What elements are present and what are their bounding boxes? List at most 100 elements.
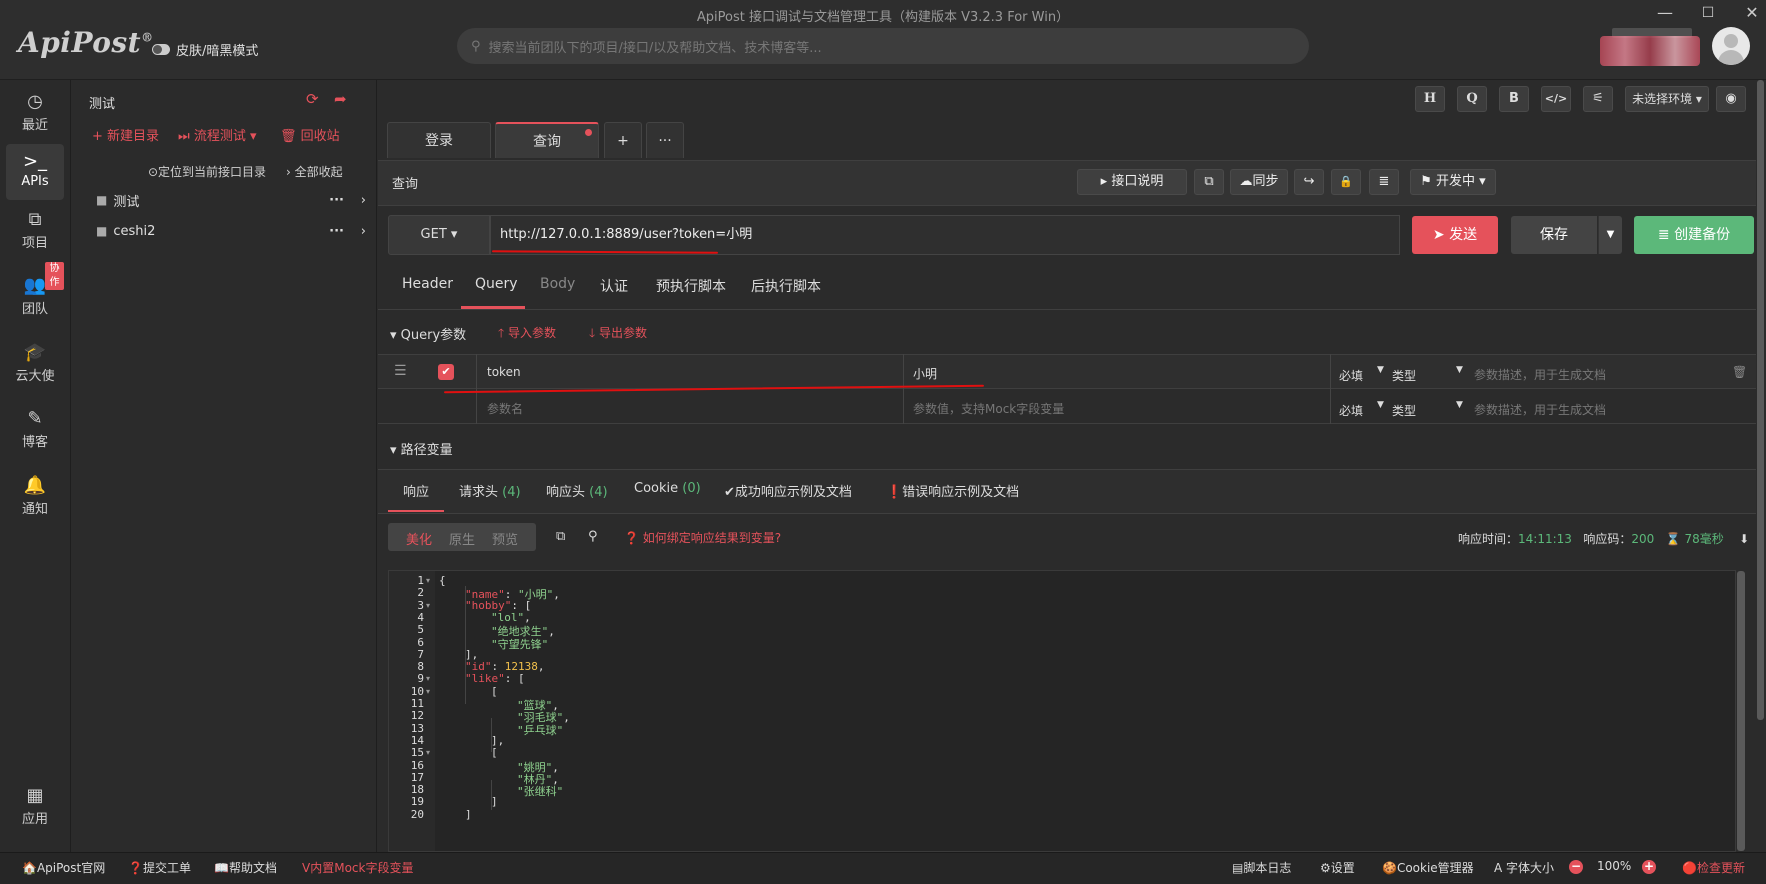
copy-button[interactable]: ⧉ <box>1194 169 1224 195</box>
window-close-button[interactable]: ✕ <box>1742 0 1762 28</box>
tab-body[interactable]: Body <box>540 276 575 292</box>
type-select[interactable]: 类型 <box>1392 402 1416 419</box>
avatar[interactable] <box>1712 27 1750 65</box>
tab-auth[interactable]: 认证 <box>600 276 628 296</box>
nav-item-recent[interactable]: ◷ 最近 <box>6 84 64 140</box>
more-icon[interactable]: ··· <box>329 193 344 208</box>
save-dropdown-button[interactable]: ▼ <box>1598 216 1622 254</box>
editor-scrollbar[interactable] <box>1737 571 1745 851</box>
collapse-all-link[interactable]: › 全部收起 <box>286 163 343 180</box>
tab-header[interactable]: Header <box>402 276 453 292</box>
submit-ticket-link[interactable]: ❓提交工单 <box>128 859 191 876</box>
type-select[interactable]: 类型 <box>1392 367 1416 384</box>
global-search-input[interactable]: ⚲ 搜索当前团队下的项目/接口/以及帮助文档、技术博客等... <box>457 28 1309 64</box>
tab-query-params[interactable]: Query <box>475 276 518 292</box>
tab-request-headers[interactable]: 请求头 (4) <box>459 481 521 500</box>
locate-current-link[interactable]: ⊙定位到当前接口目录 <box>148 163 266 180</box>
param-desc-input[interactable]: 参数描述，用于生成文档 <box>1474 366 1606 383</box>
tree-folder[interactable]: ■ 测试 ··· › <box>96 188 368 212</box>
tree-folder[interactable]: ■ ceshi2 ··· › <box>96 219 368 243</box>
required-select[interactable]: 必填 <box>1339 402 1363 419</box>
tab-cookie[interactable]: Cookie (0) <box>634 481 701 496</box>
zoom-in-button[interactable]: + <box>1642 860 1656 874</box>
request-name[interactable]: 查询 <box>392 173 418 192</box>
fold-toggle-icon[interactable]: ▾ <box>426 576 430 585</box>
query-section-title[interactable]: ▾ Query参数 <box>390 324 466 343</box>
trash-icon[interactable]: 🗑 <box>1732 365 1747 379</box>
mock-vars-link[interactable]: Ⅴ内置Mock字段变量 <box>302 859 413 876</box>
nav-item-apis[interactable]: >_ APIs <box>6 144 64 200</box>
new-param-value-input[interactable]: 参数值，支持Mock字段变量 <box>913 400 1064 417</box>
tab-response-headers[interactable]: 响应头 (4) <box>546 481 608 500</box>
param-value-input[interactable]: 小明 <box>913 365 937 382</box>
env-select[interactable]: 未选择环境 ▾ <box>1625 86 1709 112</box>
tab-success-doc[interactable]: ✔成功响应示例及文档 <box>724 481 852 500</box>
script-log-link[interactable]: ▤脚本日志 <box>1232 859 1291 876</box>
drag-handle-icon[interactable]: ☰ <box>394 363 407 379</box>
search-icon[interactable]: ⚲ <box>588 529 598 544</box>
window-minimize-button[interactable]: — <box>1655 0 1675 28</box>
export-params-button[interactable]: 🡓 导出参数 <box>589 324 647 345</box>
preview-view-button[interactable]: 预览 <box>492 529 518 548</box>
chevron-right-icon[interactable]: › <box>361 224 366 239</box>
save-button[interactable]: 保存 <box>1511 216 1597 254</box>
share-button[interactable]: ↪ <box>1294 169 1324 195</box>
required-select[interactable]: 必填 <box>1339 367 1363 384</box>
more-icon[interactable]: ··· <box>329 224 344 239</box>
recycle-bin-button[interactable]: 🗑 回收站 <box>280 125 340 144</box>
chevron-right-icon[interactable]: › <box>361 193 366 208</box>
new-folder-button[interactable]: + 新建目录 <box>92 125 159 144</box>
fold-toggle-icon[interactable]: ▾ <box>426 748 430 757</box>
sync-button[interactable]: ☁同步 <box>1230 169 1288 195</box>
tab-more-button[interactable]: ··· <box>646 122 684 158</box>
official-site-link[interactable]: 🏠ApiPost官网 <box>22 859 105 876</box>
url-input[interactable]: http://127.0.0.1:8889/user?token=小明 <box>490 215 1400 255</box>
response-editor[interactable] <box>388 570 1736 852</box>
tab-pre-script[interactable]: 预执行脚本 <box>656 276 726 296</box>
method-select[interactable]: GET ▾ <box>388 215 490 255</box>
zoom-out-button[interactable]: − <box>1569 860 1583 874</box>
fold-toggle-icon[interactable]: ▾ <box>426 601 430 610</box>
heading-button[interactable]: H <box>1415 86 1445 112</box>
fold-toggle-icon[interactable]: ▾ <box>426 687 430 696</box>
help-docs-link[interactable]: 📖帮助文档 <box>214 859 277 876</box>
fold-toggle-icon[interactable]: ▾ <box>426 674 430 683</box>
tab-response[interactable]: 响应 <box>403 481 429 500</box>
nav-item-notify[interactable]: 🔔 通知 <box>6 468 64 524</box>
tab-login[interactable]: 登录 <box>387 122 491 158</box>
raw-view-button[interactable]: 原生 <box>449 529 475 548</box>
nav-item-apps[interactable]: ▦ 应用 <box>6 778 64 834</box>
window-maximize-button[interactable]: ☐ <box>1698 0 1718 28</box>
nav-item-project[interactable]: ⧉ 项目 <box>6 202 64 258</box>
status-select[interactable]: ⚑ 开发中 ▾ <box>1410 169 1496 195</box>
import-params-button[interactable]: 🡑 导入参数 <box>498 324 556 345</box>
pretty-view-button[interactable]: 美化 <box>406 529 432 548</box>
check-update-link[interactable]: 🔴检查更新 <box>1682 859 1745 876</box>
copy-response-icon[interactable]: ⧉ <box>556 529 565 544</box>
sliders-button[interactable]: ⚟ <box>1583 86 1613 112</box>
download-icon[interactable]: ⬇ <box>1739 532 1749 546</box>
lock-button[interactable]: 🔒 <box>1331 169 1361 195</box>
nav-item-ambassador[interactable]: 🎓 云大使 <box>6 335 64 391</box>
database-button[interactable]: ≣ <box>1369 169 1399 195</box>
send-button[interactable]: ➤ 发送 <box>1412 216 1498 254</box>
settings-link[interactable]: ⚙设置 <box>1320 859 1355 876</box>
create-backup-button[interactable]: ≣ 创建备份 <box>1634 216 1754 254</box>
tab-add-button[interactable]: + <box>604 122 642 158</box>
nav-item-blog[interactable]: ✎ 博客 <box>6 401 64 457</box>
path-vars-title[interactable]: ▾ 路径变量 <box>390 439 453 458</box>
quote-button[interactable]: Q <box>1457 86 1487 112</box>
eye-button[interactable]: ◉ <box>1716 86 1746 112</box>
tab-query[interactable]: 查询 <box>495 122 599 158</box>
nav-item-team[interactable]: 👥 团队 协作 <box>6 262 64 324</box>
api-doc-button[interactable]: ▸ 接口说明 <box>1077 169 1187 195</box>
tab-error-doc[interactable]: ❗错误响应示例及文档 <box>886 481 1019 500</box>
flow-test-button[interactable]: ⏭ 流程测试 ▾ <box>178 125 257 144</box>
tab-post-script[interactable]: 后执行脚本 <box>751 276 821 296</box>
bind-variable-help-link[interactable]: ❓ 如何绑定响应结果到变量? <box>624 529 781 546</box>
user-name-blurred[interactable] <box>1600 36 1700 66</box>
code-button[interactable]: </> <box>1541 86 1571 112</box>
new-param-key-input[interactable]: 参数名 <box>487 400 523 417</box>
param-key-input[interactable]: token <box>487 365 521 379</box>
main-scrollbar[interactable] <box>1757 80 1764 720</box>
